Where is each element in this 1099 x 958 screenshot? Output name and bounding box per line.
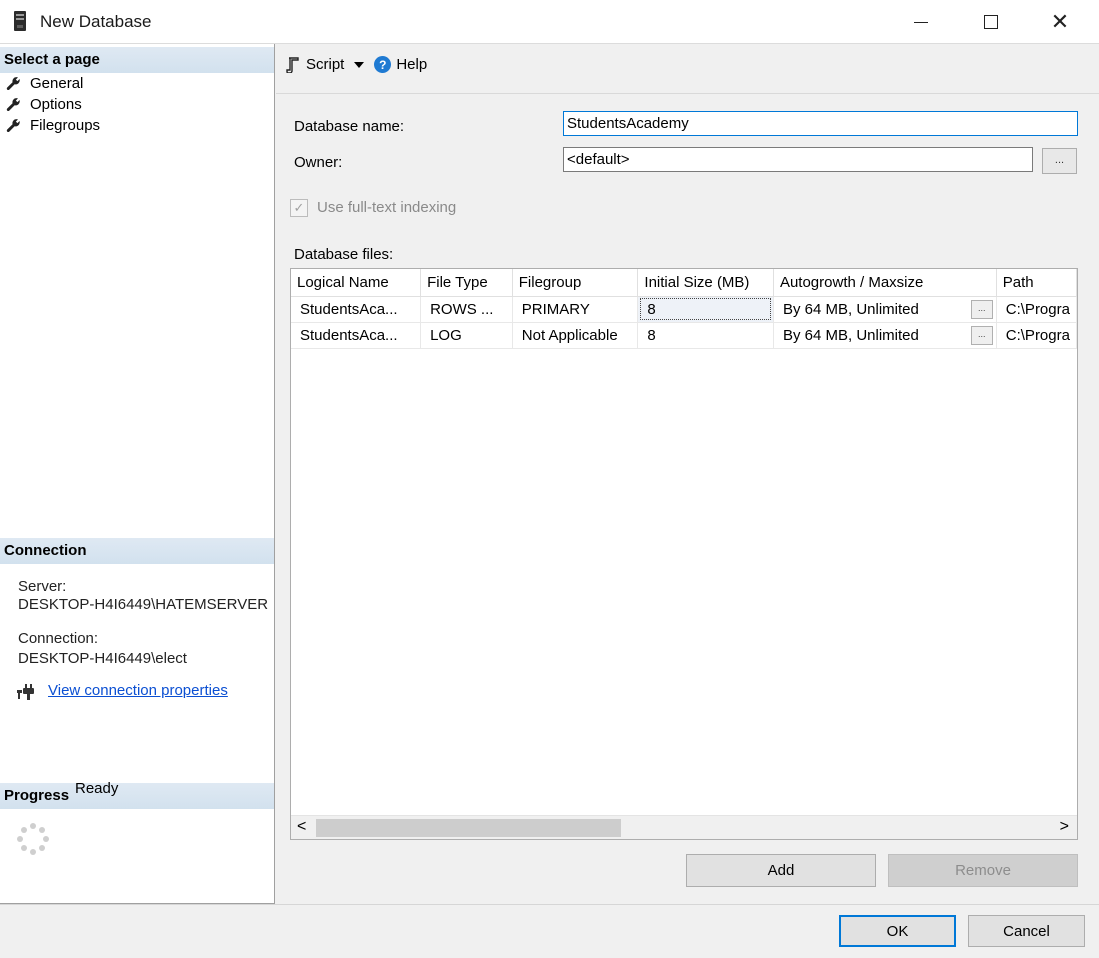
cell-autogrowth[interactable]: By 64 MB, Unlimited ... [773,296,997,323]
horizontal-scrollbar[interactable]: < > [291,815,1077,839]
check-icon: ✓ [293,200,305,215]
script-button[interactable]: Script ? Help [286,56,427,73]
database-files-label: Database files: [294,246,394,263]
server-value: DESKTOP-H4I6449\HATEMSERVER [18,596,269,613]
cell-logical-name[interactable]: StudentsAca... [291,296,422,323]
column-header-file-type[interactable]: File Type [420,269,513,297]
maximize-icon [984,15,998,29]
wrench-icon [6,76,21,91]
cell-autogrowth-text: By 64 MB, Unlimited [782,326,919,344]
nav-item-label: General [30,74,84,92]
left-pane: Select a page General Options Filegroups… [0,44,275,904]
scroll-left-icon[interactable]: < [297,818,306,836]
window-title: New Database [40,12,152,31]
remove-button[interactable]: Remove [888,854,1078,887]
toolbar: Script ? Help [276,44,1099,94]
table-row[interactable]: StudentsAca... LOG Not Applicable 8 By 6… [291,322,1077,349]
column-header-logical-name[interactable]: Logical Name [291,269,422,297]
column-header-path[interactable]: Path [996,269,1077,297]
footer-divider [0,904,1099,905]
scrollbar-thumb[interactable] [316,819,621,837]
plug-icon [17,684,34,700]
cell-path[interactable]: C:\Progra [996,296,1077,323]
table-row[interactable]: StudentsAca... ROWS ... PRIMARY 8 By 64 … [291,296,1077,323]
table-header-row: Logical Name File Type Filegroup Initial… [291,269,1077,297]
cell-file-type[interactable]: ROWS ... [420,296,513,323]
database-name-label: Database name: [294,118,405,135]
close-button[interactable]: ✕ [1037,0,1083,44]
connection-label: Connection: [18,630,99,647]
progress-header: Progress [0,783,274,809]
server-label: Server: [18,578,67,595]
cell-logical-name[interactable]: StudentsAca... [291,322,422,349]
help-icon[interactable]: ? [374,56,392,73]
cell-filegroup[interactable]: PRIMARY [512,296,639,323]
select-page-header: Select a page [0,47,274,73]
scroll-right-icon[interactable]: > [1060,818,1069,836]
minimize-icon [914,21,928,23]
cancel-button[interactable]: Cancel [968,915,1085,947]
autogrowth-edit-button[interactable]: ... [970,299,993,319]
column-header-initial-size[interactable]: Initial Size (MB) [637,269,774,297]
database-name-input[interactable] [563,111,1078,136]
cell-file-type[interactable]: LOG [420,322,513,349]
title-bar: New Database ✕ [0,0,1099,44]
connection-header: Connection [0,538,274,564]
wrench-icon [6,97,21,112]
progress-spinner-icon [17,823,49,855]
nav-item-general[interactable]: General [6,73,83,93]
chevron-down-icon[interactable] [354,61,365,68]
autogrowth-edit-button[interactable]: ... [970,325,993,345]
column-header-filegroup[interactable]: Filegroup [512,269,639,297]
nav-item-label: Options [30,95,82,113]
database-files-grid[interactable]: Logical Name File Type Filegroup Initial… [290,268,1078,840]
add-button[interactable]: Add [686,854,876,887]
owner-input[interactable] [563,147,1033,172]
cell-initial-size[interactable]: 8 [637,296,774,323]
nav-item-options[interactable]: Options [6,94,82,114]
script-label: Script [306,56,345,73]
close-icon: ✕ [1050,9,1070,34]
cell-path[interactable]: C:\Progra [996,322,1077,349]
wrench-icon [6,118,21,133]
server-icon [14,11,26,31]
column-header-autogrowth[interactable]: Autogrowth / Maxsize [773,269,997,297]
cell-initial-size[interactable]: 8 [637,322,774,349]
connection-value: DESKTOP-H4I6449\elect [18,650,187,667]
ok-button[interactable]: OK [839,915,956,947]
owner-label: Owner: [294,154,343,171]
minimize-button[interactable] [898,0,944,44]
nav-item-label: Filegroups [30,116,101,134]
help-label[interactable]: Help [396,56,427,73]
nav-item-filegroups[interactable]: Filegroups [6,115,100,135]
cell-filegroup[interactable]: Not Applicable [512,322,639,349]
fulltext-indexing-label: Use full-text indexing [317,199,457,216]
cell-autogrowth-text: By 64 MB, Unlimited [782,300,919,318]
script-icon [286,56,299,73]
progress-status: Ready [75,780,119,797]
view-connection-properties-link[interactable]: View connection properties [48,682,228,699]
maximize-button[interactable] [968,0,1014,44]
files-table: Logical Name File Type Filegroup Initial… [291,269,1077,349]
cell-autogrowth[interactable]: By 64 MB, Unlimited ... [773,322,997,349]
owner-browse-button[interactable]: ... [1042,148,1077,174]
fulltext-indexing-checkbox[interactable]: ✓ [290,199,308,217]
